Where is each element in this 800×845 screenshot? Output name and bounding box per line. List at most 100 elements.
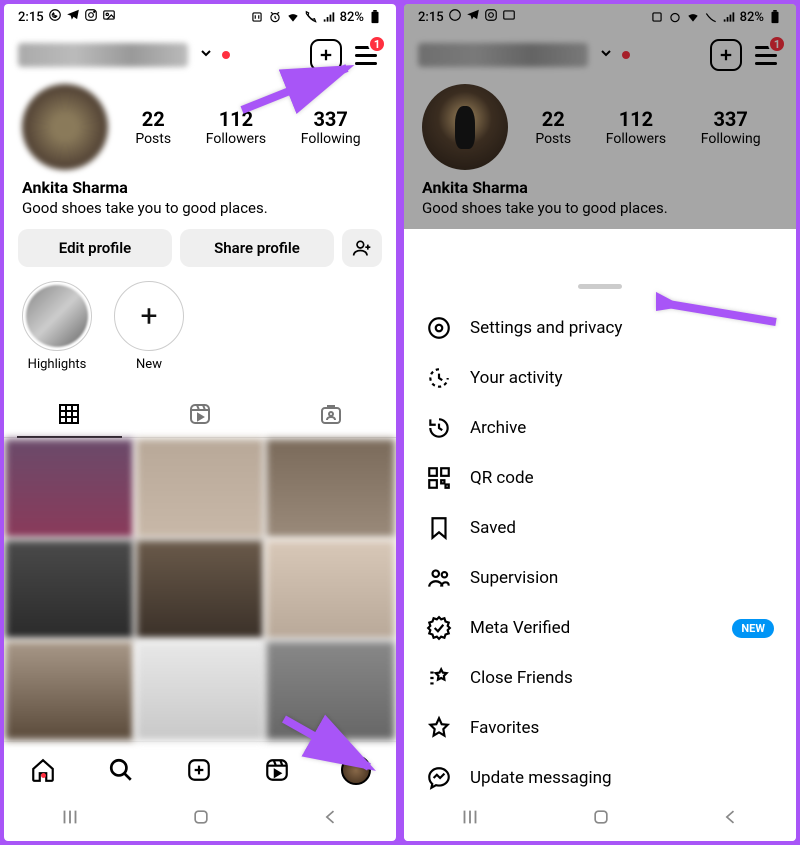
menu-settings-privacy[interactable]: Settings and privacy: [404, 303, 796, 353]
account-switcher-notification-dot: [622, 51, 630, 59]
signal-icon: [722, 10, 736, 24]
plus-icon: +: [140, 299, 157, 334]
android-nav-bar: [404, 797, 796, 841]
status-time: 2:15: [418, 10, 444, 25]
menu-badge: 1: [368, 35, 386, 53]
highlight-item[interactable]: Highlights: [22, 281, 92, 372]
stat-posts: 22 Posts: [535, 107, 571, 147]
whatsapp-icon: [448, 8, 462, 26]
bottom-nav: [4, 741, 396, 797]
menu-your-activity[interactable]: Your activity: [404, 353, 796, 403]
nfc-icon: [650, 10, 664, 24]
edit-profile-button[interactable]: Edit profile: [18, 229, 172, 267]
account-switcher-notification-dot: [222, 51, 230, 59]
chevron-down-icon[interactable]: [198, 45, 214, 65]
bookmark-icon: [426, 515, 452, 541]
supervision-icon: [426, 565, 452, 591]
status-battery: 82%: [740, 10, 764, 25]
wifi-icon: [286, 10, 300, 24]
nav-search[interactable]: [107, 756, 135, 784]
star-icon: [426, 715, 452, 741]
photo-icon: [502, 8, 516, 26]
stat-followers[interactable]: 112 Followers: [206, 107, 266, 147]
stat-following[interactable]: 337 Following: [301, 107, 361, 147]
archive-icon: [426, 415, 452, 441]
volte-icon: [304, 10, 318, 24]
instagram-icon: [484, 8, 498, 26]
whatsapp-icon: [48, 8, 62, 26]
tab-tagged[interactable]: [265, 390, 396, 437]
phone-profile: 2:15 82%: [4, 4, 396, 841]
create-button: [710, 39, 742, 71]
discover-people-button[interactable]: [342, 229, 382, 267]
close-friends-icon: [426, 665, 452, 691]
menu-meta-verified[interactable]: Meta Verified NEW: [404, 603, 796, 653]
share-profile-button[interactable]: Share profile: [180, 229, 334, 267]
options-sheet: Settings and privacy Your activity Archi…: [404, 270, 796, 841]
back-button[interactable]: [721, 807, 741, 831]
signal-icon: [322, 10, 336, 24]
recents-button[interactable]: [459, 806, 481, 832]
menu-favorites[interactable]: Favorites: [404, 703, 796, 753]
instagram-icon: [84, 8, 98, 26]
profile-avatar: [422, 84, 508, 170]
status-time: 2:15: [18, 10, 44, 25]
battery-icon: [768, 10, 782, 24]
nfc-icon: [250, 10, 264, 24]
username-blurred: [18, 43, 188, 67]
posts-grid[interactable]: [4, 438, 396, 741]
menu-badge: 1: [768, 35, 786, 53]
battery-icon: [368, 10, 382, 24]
back-button[interactable]: [321, 807, 341, 831]
alarm-icon: [268, 10, 282, 24]
home-button[interactable]: [591, 807, 611, 831]
activity-icon: [426, 365, 452, 391]
chevron-down-icon: [598, 45, 614, 65]
nav-reels[interactable]: [263, 756, 291, 784]
menu-close-friends[interactable]: Close Friends: [404, 653, 796, 703]
stat-followers: 112 Followers: [606, 107, 666, 147]
tab-reels[interactable]: [135, 390, 266, 437]
menu-button[interactable]: 1: [350, 39, 382, 71]
bio-text: Good shoes take you to good places.: [22, 199, 378, 217]
profile-avatar[interactable]: [22, 84, 108, 170]
username-blurred: [418, 43, 588, 67]
highlight-new[interactable]: + New: [114, 281, 184, 372]
menu-saved[interactable]: Saved: [404, 503, 796, 553]
photo-icon: [102, 8, 116, 26]
menu-supervision[interactable]: Supervision: [404, 553, 796, 603]
stat-posts[interactable]: 22 Posts: [135, 107, 171, 147]
menu-qr-code[interactable]: QR code: [404, 453, 796, 503]
profile-header: 1: [4, 30, 396, 80]
highlight-label: New: [114, 357, 184, 372]
nav-create[interactable]: [185, 756, 213, 784]
display-name: Ankita Sharma: [422, 178, 778, 197]
verified-icon: [426, 615, 452, 641]
menu-update-messaging[interactable]: Update messaging: [404, 753, 796, 797]
qr-icon: [426, 465, 452, 491]
nav-home[interactable]: [29, 756, 57, 784]
recents-button[interactable]: [59, 806, 81, 832]
android-nav-bar: [4, 797, 396, 841]
status-bar: 2:15 82%: [4, 4, 396, 30]
volte-icon: [704, 10, 718, 24]
menu-archive[interactable]: Archive: [404, 403, 796, 453]
wifi-icon: [686, 10, 700, 24]
nav-home-dot: [41, 773, 46, 778]
menu-button: 1: [750, 39, 782, 71]
telegram-icon: [466, 8, 480, 26]
stat-following: 337 Following: [701, 107, 761, 147]
new-badge: NEW: [732, 619, 774, 638]
tab-grid[interactable]: [4, 390, 135, 437]
phone-menu-sheet: 2:15 82% 1 22: [404, 4, 796, 841]
messenger-icon: [426, 765, 452, 791]
create-button[interactable]: [310, 39, 342, 71]
home-button[interactable]: [191, 807, 211, 831]
sheet-grabber[interactable]: [578, 284, 622, 289]
telegram-icon: [66, 8, 80, 26]
nav-profile[interactable]: [341, 755, 371, 785]
settings-icon: [426, 315, 452, 341]
highlight-label: Highlights: [22, 357, 92, 372]
alarm-icon: [668, 10, 682, 24]
status-battery: 82%: [340, 10, 364, 25]
